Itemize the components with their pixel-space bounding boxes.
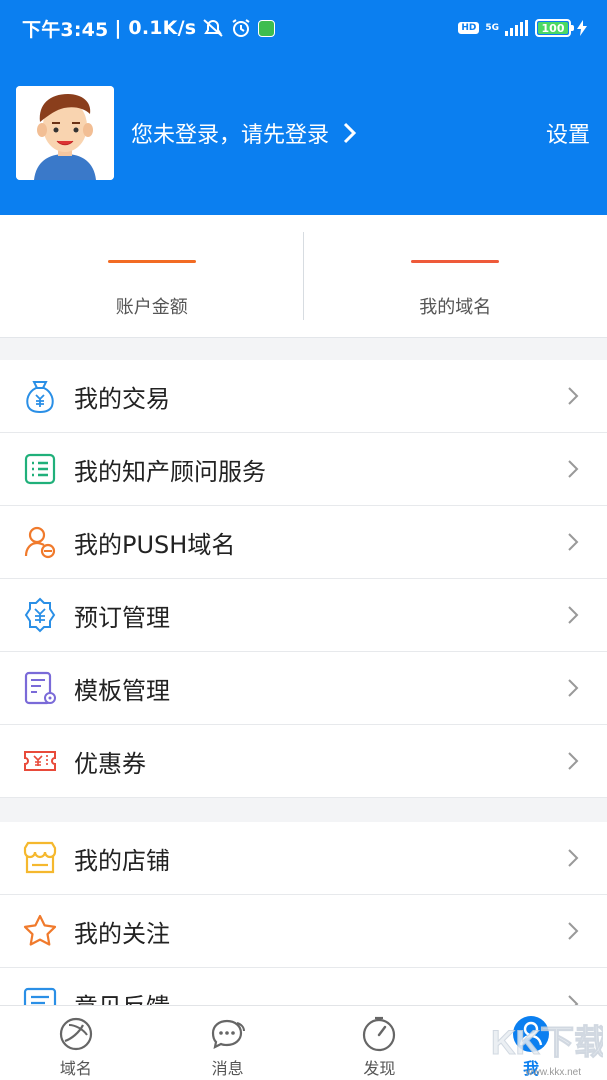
avatar[interactable] (16, 86, 114, 180)
menu-item-my-trades[interactable]: 我的交易 (0, 360, 607, 433)
menu-label: 优惠券 (74, 749, 146, 778)
chevron-right-icon (568, 606, 579, 624)
menu-item-my-shop[interactable]: 我的店铺 (0, 822, 607, 895)
menu-label: 模板管理 (74, 676, 170, 705)
shop-icon (23, 841, 57, 874)
network-label: 5G (485, 22, 499, 33)
chevron-right-icon (568, 387, 579, 405)
menu-label: 我的知产顾问服务 (74, 457, 266, 486)
battery-level: 100 (541, 21, 565, 35)
menu-group-primary: 我的交易 我的知产顾问服务 我的PUSH域名 预订管理 模板管理 优惠券 (0, 360, 607, 798)
tab-discover[interactable]: 发现 (304, 1006, 456, 1080)
menu-label: 我的关注 (74, 919, 170, 948)
charging-icon (577, 20, 587, 36)
tab-label: 发现 (363, 1059, 396, 1078)
menu-label: 我的交易 (74, 384, 170, 413)
yen-badge-icon (24, 597, 56, 633)
login-link[interactable]: 您未登录，请先登录 (131, 117, 357, 149)
app-notification-icon (258, 19, 276, 37)
profile-header: 下午3:45 | 0.1K/s HD 5G 100 您未登录，请先登录 设置 (0, 0, 607, 215)
chevron-right-icon (568, 922, 579, 940)
settings-button[interactable]: 设置 (546, 117, 590, 149)
tab-label: 消息 (211, 1059, 244, 1078)
message-icon (211, 1019, 245, 1049)
mute-icon (203, 19, 223, 37)
menu-item-coupons[interactable]: 优惠券 (0, 725, 607, 798)
login-prompt: 您未登录，请先登录 (131, 123, 330, 148)
menu-item-ip-advisor[interactable]: 我的知产顾问服务 (0, 433, 607, 506)
stat-label: 账户金额 (115, 297, 188, 318)
status-bar: 下午3:45 | 0.1K/s HD 5G 100 (22, 14, 587, 42)
chevron-right-icon (568, 679, 579, 697)
stats-divider (303, 232, 304, 320)
menu-item-reservations[interactable]: 预订管理 (0, 579, 607, 652)
user-push-icon (24, 526, 56, 559)
menu-item-templates[interactable]: 模板管理 (0, 652, 607, 725)
chevron-right-icon (568, 533, 579, 551)
domains-placeholder (411, 260, 500, 263)
tab-messages[interactable]: 消息 (152, 1006, 304, 1080)
stat-label: 我的域名 (419, 297, 492, 318)
status-time: 下午3:45 (22, 18, 109, 41)
chevron-right-icon (568, 460, 579, 478)
tab-domains[interactable]: 域名 (0, 1006, 152, 1080)
stat-my-domains[interactable]: 我的域名 (304, 215, 607, 337)
menu-label: 我的店铺 (74, 846, 170, 875)
bottom-tab-bar: 域名 消息 发现 我 (0, 1005, 607, 1080)
menu-item-following[interactable]: 我的关注 (0, 895, 607, 968)
battery-icon: 100 (535, 19, 574, 37)
star-icon (23, 914, 57, 946)
coupon-icon (24, 751, 56, 771)
tab-label: 域名 (59, 1059, 92, 1078)
stat-account-balance[interactable]: 账户金额 (0, 215, 304, 337)
signal-icon (505, 20, 528, 36)
hd-icon: HD (458, 22, 480, 34)
chevron-right-icon (343, 122, 357, 144)
menu-item-push-domains[interactable]: 我的PUSH域名 (0, 506, 607, 579)
money-bag-icon (26, 381, 54, 414)
template-icon (24, 671, 56, 705)
balance-placeholder (107, 260, 196, 263)
watermark-url: www.kkx.net (525, 1067, 581, 1078)
chevron-right-icon (568, 849, 579, 867)
menu-label: 预订管理 (74, 603, 170, 632)
domain-icon (59, 1017, 92, 1051)
chevron-right-icon (568, 752, 579, 770)
status-speed: | 0.1K/s (114, 17, 197, 39)
menu-label: 我的PUSH域名 (74, 530, 236, 559)
profile-icon (513, 1016, 550, 1052)
compass-icon (363, 1016, 396, 1052)
alarm-icon (232, 19, 250, 37)
list-icon (24, 453, 56, 485)
